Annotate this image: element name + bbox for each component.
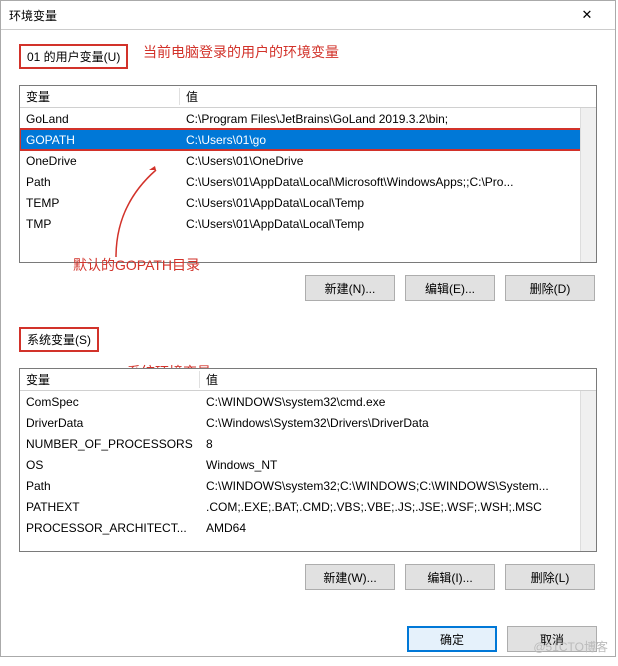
table-row[interactable]: NUMBER_OF_PROCESSORS8: [20, 433, 596, 454]
col-header-value[interactable]: 值: [200, 371, 596, 388]
ok-button[interactable]: 确定: [407, 626, 497, 652]
cell-value: .COM;.EXE;.BAT;.CMD;.VBS;.VBE;.JS;.JSE;.…: [200, 500, 596, 514]
dialog-title: 环境变量: [9, 7, 567, 24]
cell-name: DriverData: [20, 416, 200, 430]
sys-delete-button[interactable]: 删除(L): [505, 564, 595, 590]
user-rows: GoLandC:\Program Files\JetBrains\GoLand …: [20, 108, 596, 234]
close-icon: ✕: [582, 7, 593, 23]
cell-name: Path: [20, 175, 180, 189]
close-button[interactable]: ✕: [567, 1, 607, 29]
sys-buttons: 新建(W)... 编辑(I)... 删除(L): [19, 564, 595, 590]
table-row[interactable]: OneDriveC:\Users\01\OneDrive: [20, 150, 596, 171]
annotation-user-section: 当前电脑登录的用户的环境变量: [143, 42, 339, 62]
user-delete-button[interactable]: 删除(D): [505, 275, 595, 301]
environment-variables-dialog: 环境变量 ✕ 当前电脑登录的用户的环境变量 01 的用户变量(U) 变量 值 G…: [0, 0, 616, 657]
table-row[interactable]: GOPATHC:\Users\01\go: [20, 129, 596, 150]
table-row[interactable]: PROCESSOR_ARCHITECT...AMD64: [20, 517, 596, 538]
col-header-name[interactable]: 变量: [20, 371, 200, 388]
table-row[interactable]: PathC:\Users\01\AppData\Local\Microsoft\…: [20, 171, 596, 192]
cell-value: C:\WINDOWS\system32\cmd.exe: [200, 395, 596, 409]
cell-name: PROCESSOR_ARCHITECT...: [20, 521, 200, 535]
cell-name: GOPATH: [20, 133, 180, 147]
cell-value: AMD64: [200, 521, 596, 535]
titlebar: 环境变量 ✕: [1, 1, 615, 30]
cell-value: C:\Users\01\AppData\Local\Temp: [180, 217, 596, 231]
table-row[interactable]: TEMPC:\Users\01\AppData\Local\Temp: [20, 192, 596, 213]
cell-value: C:\Users\01\AppData\Local\Temp: [180, 196, 596, 210]
cell-name: OS: [20, 458, 200, 472]
table-row[interactable]: TMPC:\Users\01\AppData\Local\Temp: [20, 213, 596, 234]
sys-new-button[interactable]: 新建(W)...: [305, 564, 395, 590]
cell-name: ComSpec: [20, 395, 200, 409]
table-row[interactable]: OSWindows_NT: [20, 454, 596, 475]
annotation-gopath: 默认的GOPATH目录: [73, 255, 200, 275]
col-header-value[interactable]: 值: [180, 88, 596, 105]
cell-name: NUMBER_OF_PROCESSORS: [20, 437, 200, 451]
cell-value: 8: [200, 437, 596, 451]
user-section-label: 01 的用户变量(U): [19, 44, 128, 69]
col-header-name[interactable]: 变量: [20, 88, 180, 105]
list-header: 变量 值: [20, 86, 596, 108]
list-header: 变量 值: [20, 369, 596, 391]
cell-value: C:\WINDOWS\system32;C:\WINDOWS;C:\WINDOW…: [200, 479, 596, 493]
sys-rows: ComSpecC:\WINDOWS\system32\cmd.exeDriver…: [20, 391, 596, 538]
sys-section-label: 系统变量(S): [19, 327, 99, 352]
table-row[interactable]: GoLandC:\Program Files\JetBrains\GoLand …: [20, 108, 596, 129]
cell-name: TEMP: [20, 196, 180, 210]
cell-value: C:\Users\01\AppData\Local\Microsoft\Wind…: [180, 175, 596, 189]
cell-name: OneDrive: [20, 154, 180, 168]
table-row[interactable]: ComSpecC:\WINDOWS\system32\cmd.exe: [20, 391, 596, 412]
system-variables-section: 系统变量(S) 系统环境变量 变量 值 ComSpecC:\WINDOWS\sy…: [19, 327, 597, 590]
cell-value: C:\Windows\System32\Drivers\DriverData: [200, 416, 596, 430]
cell-name: TMP: [20, 217, 180, 231]
cell-name: GoLand: [20, 112, 180, 126]
cell-value: C:\Users\01\OneDrive: [180, 154, 596, 168]
cell-name: PATHEXT: [20, 500, 200, 514]
scrollbar[interactable]: [580, 391, 596, 551]
watermark: @51CTO博客: [533, 638, 608, 655]
user-variables-list[interactable]: 变量 值 GoLandC:\Program Files\JetBrains\Go…: [19, 85, 597, 263]
sys-edit-button[interactable]: 编辑(I)...: [405, 564, 495, 590]
user-new-button[interactable]: 新建(N)...: [305, 275, 395, 301]
user-variables-section: 01 的用户变量(U) 变量 值 GoLandC:\Program Files\…: [19, 44, 597, 301]
dialog-content: 当前电脑登录的用户的环境变量 01 的用户变量(U) 变量 值 GoLandC:…: [1, 30, 615, 616]
table-row[interactable]: PathC:\WINDOWS\system32;C:\WINDOWS;C:\WI…: [20, 475, 596, 496]
user-buttons: 新建(N)... 编辑(E)... 删除(D): [19, 275, 595, 301]
cell-value: C:\Program Files\JetBrains\GoLand 2019.3…: [180, 112, 596, 126]
user-edit-button[interactable]: 编辑(E)...: [405, 275, 495, 301]
system-variables-list[interactable]: 变量 值 ComSpecC:\WINDOWS\system32\cmd.exeD…: [19, 368, 597, 552]
cell-value: C:\Users\01\go: [180, 133, 596, 147]
table-row[interactable]: DriverDataC:\Windows\System32\Drivers\Dr…: [20, 412, 596, 433]
cell-value: Windows_NT: [200, 458, 596, 472]
cell-name: Path: [20, 479, 200, 493]
scrollbar[interactable]: [580, 108, 596, 262]
table-row[interactable]: PATHEXT.COM;.EXE;.BAT;.CMD;.VBS;.VBE;.JS…: [20, 496, 596, 517]
